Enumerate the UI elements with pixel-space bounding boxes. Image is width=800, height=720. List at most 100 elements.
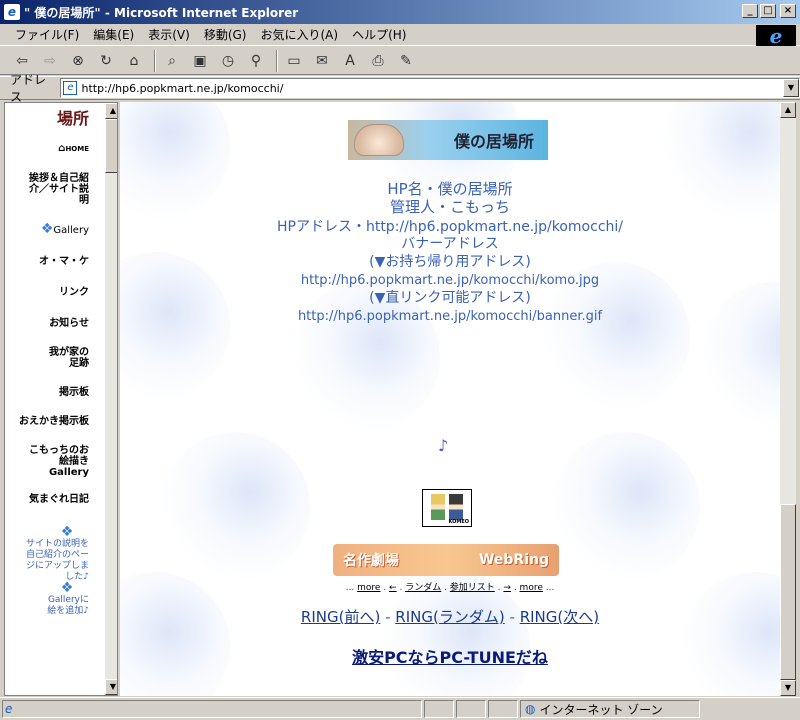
sidebar-item-komo-gallery[interactable]: こもっちのお絵描きGallery bbox=[5, 445, 89, 478]
sidebar-item-home[interactable]: ⌂HOME bbox=[5, 143, 89, 155]
zone-label: インターネット ゾーン bbox=[539, 702, 663, 717]
font-size-icon[interactable]: A bbox=[338, 50, 362, 72]
fullscreen-icon[interactable]: ▭ bbox=[282, 50, 306, 72]
toolbar-separator bbox=[154, 49, 156, 72]
direct-link-note: (▼直リンク可能アドレス) bbox=[369, 290, 531, 306]
home-icon[interactable]: ⌂ bbox=[122, 50, 146, 72]
status-zone: ◍ インターネット ゾーン bbox=[520, 700, 700, 718]
character-face-image bbox=[354, 124, 404, 156]
globe-icon: ◍ bbox=[525, 702, 536, 716]
history-icon[interactable]: ◷ bbox=[216, 50, 240, 72]
sidebar-item-links[interactable]: リンク bbox=[5, 287, 89, 298]
ring-random-text-link[interactable]: RING(ランダム) bbox=[395, 608, 504, 626]
ring-more-link[interactable]: more bbox=[520, 583, 543, 593]
link-banner-label: KOMEO bbox=[448, 519, 469, 525]
refresh-icon[interactable]: ↻ bbox=[94, 50, 118, 72]
left-scrollbar[interactable]: ▲ ▼ bbox=[105, 103, 117, 695]
pctune-link[interactable]: 激安PCならPC-TUNEだね bbox=[352, 648, 548, 667]
status-cell bbox=[456, 700, 486, 718]
ring-links: RING(前へ) - RING(ランダム) - RING(次へ) bbox=[120, 606, 780, 627]
scroll-down-button[interactable]: ▼ bbox=[105, 679, 117, 695]
menu-bar: ファイル(F) 編集(E) 表示(V) 移動(G) お気に入り(A) ヘルプ(H… bbox=[0, 24, 800, 46]
diamond-icon: ❖ bbox=[60, 580, 74, 596]
hp-address: HPアドレス・http://hp6.popkmart.ne.jp/komocch… bbox=[276, 219, 623, 235]
sidebar-item-about[interactable]: 挨拶＆自己紹介／サイト説明 bbox=[5, 173, 89, 206]
search-icon[interactable]: ⌕ bbox=[160, 50, 184, 72]
forward-icon[interactable]: ⇨ bbox=[38, 50, 62, 72]
site-name: HP名・僕の居場所 bbox=[387, 180, 513, 198]
ring-banner-right: WebRing bbox=[478, 552, 549, 568]
ring-next-text-link[interactable]: RING(次へ) bbox=[520, 608, 599, 626]
status-page-icon: e bbox=[5, 702, 13, 716]
sidebar-item-omake[interactable]: オ・マ・ケ bbox=[5, 256, 89, 267]
edit-icon[interactable]: ✎ bbox=[394, 50, 418, 72]
scroll-down-button[interactable]: ▼ bbox=[780, 680, 796, 696]
sidebar-item-oekaki[interactable]: おえかき掲示板 bbox=[5, 416, 89, 427]
ring-more-link[interactable]: more bbox=[357, 583, 380, 593]
status-main: e bbox=[2, 700, 422, 718]
menu-go[interactable]: 移動(G) bbox=[197, 26, 254, 43]
sidebar-item-news[interactable]: お知らせ bbox=[5, 318, 89, 329]
pctune-ad: 激安PCならPC-TUNEだね bbox=[120, 644, 780, 668]
separator: - bbox=[385, 608, 391, 626]
mail-icon[interactable]: ✉ bbox=[310, 50, 334, 72]
maximize-button[interactable]: □ bbox=[760, 4, 776, 18]
sidebar-note-update: サイトの説明を自己紹介のページにアップしました♪ bbox=[25, 539, 89, 582]
address-bar: アドレス e http://hp6.popkmart.ne.jp/komocch… bbox=[0, 73, 800, 104]
scroll-thumb[interactable] bbox=[780, 504, 796, 680]
separator: - bbox=[509, 608, 515, 626]
kid-figure bbox=[431, 494, 445, 520]
link-banner-image[interactable]: KOMEO bbox=[422, 489, 472, 527]
print-icon[interactable]: ⎙ bbox=[366, 50, 390, 72]
address-input[interactable]: e http://hp6.popkmart.ne.jp/komocchi/ ▼ bbox=[60, 78, 800, 98]
ring-list-link[interactable]: 参加リスト bbox=[450, 583, 495, 593]
menu-favorites[interactable]: お気に入り(A) bbox=[253, 26, 345, 43]
toolbar-separator bbox=[276, 49, 278, 72]
favorites-icon[interactable]: ▣ bbox=[188, 50, 212, 72]
toolbar: ⇦ ⇨ ⊗ ↻ ⌂ ⌕ ▣ ◷ ⚲ ▭ ✉ A ⎙ ✎ bbox=[0, 47, 800, 75]
ring-prev-link[interactable]: ← bbox=[389, 583, 397, 593]
main-scrollbar[interactable]: ▲ ▼ bbox=[780, 102, 796, 696]
sidebar-item-diary[interactable]: 気まぐれ日記 bbox=[5, 494, 89, 505]
menu-file[interactable]: ファイル(F) bbox=[8, 26, 86, 43]
takeout-note: (▼お持ち帰り用アドレス) bbox=[369, 254, 531, 270]
sidebar: 場所 ⌂HOME 挨拶＆自己紹介／サイト説明 ❖Gallery オ・マ・ケ リン… bbox=[5, 103, 105, 695]
left-frame: 場所 ⌂HOME 挨拶＆自己紹介／サイト説明 ❖Gallery オ・マ・ケ リン… bbox=[4, 102, 118, 696]
menu-edit[interactable]: 編集(E) bbox=[86, 26, 141, 43]
page-icon: e bbox=[63, 81, 78, 95]
feather-decoration bbox=[550, 432, 700, 582]
close-button[interactable]: × bbox=[780, 4, 796, 18]
back-icon[interactable]: ⇦ bbox=[10, 50, 34, 72]
ie-page-icon: e bbox=[4, 4, 20, 20]
status-cell bbox=[424, 700, 454, 718]
webring-nav: ... more . ← . ランダム . 参加リスト . → . more .… bbox=[345, 583, 555, 593]
sidebar-item-bbs[interactable]: 掲示板 bbox=[5, 387, 89, 398]
site-banner: 僕の居場所 bbox=[348, 120, 548, 160]
status-bar: e ◍ インターネット ゾーン bbox=[0, 697, 800, 720]
scroll-thumb[interactable] bbox=[105, 119, 117, 173]
menu-help[interactable]: ヘルプ(H) bbox=[345, 26, 413, 43]
stop-icon[interactable]: ⊗ bbox=[66, 50, 90, 72]
ring-banner-left: 名作劇場 bbox=[343, 553, 399, 569]
address-label: アドレス bbox=[10, 73, 47, 104]
address-url[interactable]: http://hp6.popkmart.ne.jp/komocchi/ bbox=[81, 82, 283, 95]
banner-address-heading: バナーアドレス bbox=[401, 236, 499, 252]
minimize-button[interactable]: _ bbox=[742, 4, 758, 18]
scroll-up-button[interactable]: ▲ bbox=[780, 102, 796, 118]
music-note-icon[interactable]: ♪ bbox=[438, 436, 448, 455]
menu-view[interactable]: 表示(V) bbox=[141, 26, 197, 43]
channels-icon[interactable]: ⚲ bbox=[244, 50, 268, 72]
ring-prev-text-link[interactable]: RING(前へ) bbox=[301, 608, 380, 626]
ring-random-link[interactable]: ランダム bbox=[405, 583, 441, 593]
banner-title: 僕の居場所 bbox=[453, 132, 534, 151]
address-dropdown-icon[interactable]: ▼ bbox=[783, 79, 799, 97]
webring-banner[interactable]: 名作劇場 WebRing bbox=[333, 544, 559, 576]
sidebar-item-footprints[interactable]: 我が家の足跡 bbox=[5, 347, 89, 369]
sidebar-item-gallery[interactable]: ❖Gallery bbox=[5, 221, 89, 237]
diamond-icon: ❖ bbox=[60, 524, 74, 540]
diamond-icon: ❖ bbox=[40, 221, 54, 237]
ie-logo-icon: e bbox=[756, 24, 796, 48]
ring-next-link[interactable]: → bbox=[503, 583, 511, 593]
window-title: " 僕の居場所" - Microsoft Internet Explorer bbox=[24, 5, 299, 20]
scroll-up-button[interactable]: ▲ bbox=[105, 103, 117, 119]
